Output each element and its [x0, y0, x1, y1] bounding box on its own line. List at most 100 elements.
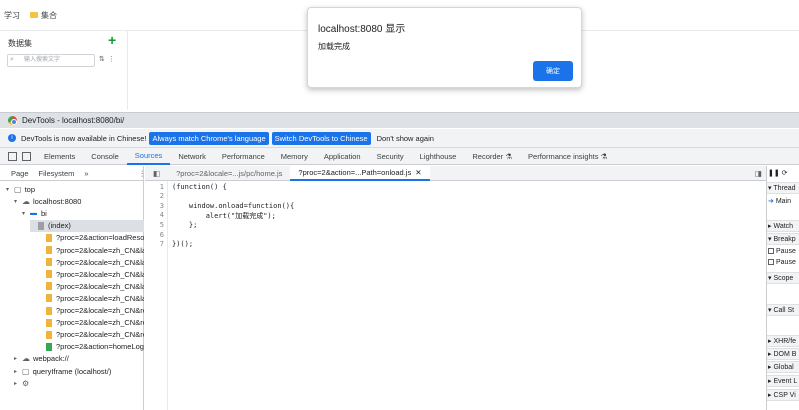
line-number[interactable]: 1 — [160, 183, 164, 191]
tab-recorder[interactable]: Recorder ⚗ — [464, 148, 520, 165]
file-icon — [46, 258, 52, 267]
expand-arrow-icon[interactable]: ▸ — [14, 355, 22, 362]
tree-item[interactable]: (index) — [30, 219, 144, 232]
tab-page[interactable]: Page — [11, 169, 29, 178]
tab-performance-insights[interactable]: Performance insights ⚗ — [520, 148, 615, 165]
tree-item[interactable]: ▸ ▢ queryIframe (localhost/) — [14, 365, 144, 377]
line-number[interactable]: 3 — [160, 202, 164, 210]
tree-item[interactable]: ?proc=2&action=homeLogo — [38, 341, 144, 353]
match-language-button[interactable]: Always match Chrome's language — [149, 131, 269, 145]
toggle-navigator-icon[interactable]: ◧ — [145, 166, 168, 181]
cloud-icon: ☁ — [22, 354, 30, 364]
tree-item[interactable]: ▾ ▢ top — [6, 184, 144, 196]
dataset-title: 数据集 — [8, 39, 32, 48]
editor-tab-onload-js[interactable]: ?proc=2&action=...Path=onload.js ✕ — [290, 165, 430, 181]
line-number[interactable]: 2 — [160, 192, 164, 200]
pause-uncaught-checkbox[interactable]: Pause — [768, 248, 799, 255]
expand-arrow-icon[interactable]: ▸ — [14, 368, 22, 375]
dataset-search-input[interactable]: 输入搜索文字 — [7, 54, 95, 67]
devtools-titlebar: DevTools - localhost:8080/bi/ — [0, 112, 799, 128]
threads-section[interactable]: ▾ Thread — [767, 182, 799, 194]
info-icon: i — [8, 134, 16, 142]
sort-and-more-icons[interactable]: ⇅⋮ — [99, 55, 118, 63]
expand-arrow-icon[interactable]: ▾ — [22, 210, 30, 217]
close-tab-icon[interactable]: ✕ — [415, 168, 421, 177]
tab-filesystem[interactable]: Filesystem — [39, 169, 75, 178]
file-icon — [46, 282, 52, 291]
alert-ok-button[interactable]: 确定 — [533, 61, 573, 81]
tab-network[interactable]: Network — [170, 148, 214, 165]
file-icon — [38, 221, 44, 230]
pause-caught-checkbox[interactable]: Pause — [768, 259, 799, 266]
callstack-section[interactable]: ▾ Call St — [767, 304, 799, 316]
expand-arrow-icon[interactable]: ▾ — [6, 186, 14, 193]
thread-main[interactable]: ➜ Main — [768, 197, 799, 205]
code-line[interactable]: }; — [172, 221, 197, 229]
bookmark-collection[interactable]: 集合 — [30, 10, 57, 21]
switch-chinese-button[interactable]: Switch DevTools to Chinese — [271, 131, 371, 145]
watch-section[interactable]: ▸ Watch — [767, 220, 799, 232]
expand-arrow-icon[interactable]: ▸ — [14, 380, 22, 387]
code-line[interactable]: window.onload=function(){ — [172, 202, 294, 210]
notice-text: DevTools is now available in Chinese! — [21, 133, 147, 143]
line-number[interactable]: 4 — [160, 211, 164, 219]
tree-item-label: ?proc=2&locale=zh_CN&last — [56, 293, 144, 303]
flask-icon: ⚗ — [505, 151, 513, 161]
tab-memory[interactable]: Memory — [273, 148, 316, 165]
event-listeners-section[interactable]: ▸ Event L — [767, 375, 799, 387]
tree-item[interactable]: ▸ ⚙ — [14, 377, 144, 389]
bookmark-study[interactable]: 学习 — [4, 10, 20, 21]
tab-security[interactable]: Security — [369, 148, 412, 165]
csp-violations-section[interactable]: ▸ CSP Vi — [767, 389, 799, 401]
tree-item[interactable]: ▸ ☁ webpack:// — [14, 353, 144, 365]
dom-breakpoints-section[interactable]: ▸ DOM B — [767, 348, 799, 360]
tab-application[interactable]: Application — [316, 148, 369, 165]
tab-console[interactable]: Console — [83, 148, 127, 165]
file-icon — [46, 246, 52, 254]
device-toolbar-icon[interactable] — [22, 151, 31, 161]
flask-icon: ⚗ — [600, 151, 608, 161]
dont-show-again-button[interactable]: Don't show again — [374, 132, 437, 145]
file-icon — [46, 294, 52, 303]
navigator-tabs: Page Filesystem » ⋮ — [0, 166, 146, 181]
tree-item-label: ?proc=2&locale=zh_CN&res — [56, 330, 144, 340]
editor-tabs: ◧ ?proc=2&locale=...js/pc/home.js ?proc=… — [145, 165, 766, 181]
folder-icon — [30, 12, 38, 19]
tree-item[interactable]: ?proc=2&locale=zh_CN&last — [38, 256, 144, 268]
more-tabs-icon[interactable]: » — [84, 169, 88, 178]
tree-item[interactable]: ?proc=2&locale=zh_CN&last — [38, 292, 144, 304]
tree-item[interactable]: ?proc=2&locale=zh_CN&last — [38, 268, 144, 280]
scope-section[interactable]: ▾ Scope — [767, 272, 799, 284]
code-line[interactable]: alert("加载完成"); — [172, 211, 276, 221]
tree-item[interactable]: ?proc=2&locale=zh_CN&res — [38, 317, 144, 329]
tree-item-label: queryIframe (localhost/) — [32, 366, 112, 376]
editor-tab-home-js[interactable]: ?proc=2&locale=...js/pc/home.js — [168, 166, 290, 181]
global-listeners-section[interactable]: ▸ Global — [767, 361, 799, 373]
tree-item-label: bi — [41, 209, 47, 219]
add-dataset-button[interactable]: + — [108, 33, 116, 47]
toggle-debugger-icon[interactable]: ◨ — [755, 169, 766, 178]
tab-sources[interactable]: Sources — [126, 148, 171, 165]
expand-arrow-icon[interactable]: ▾ — [14, 198, 22, 205]
code-line[interactable]: })(); — [172, 240, 193, 248]
tree-item[interactable]: ▾ ☁ localhost:8080 — [14, 196, 144, 208]
tree-item[interactable]: ?proc=2&locale=zh_CN&last — [38, 244, 144, 256]
tree-item[interactable]: ?proc=2&locale=zh_CN&last — [38, 280, 144, 292]
line-number[interactable]: 5 — [160, 221, 164, 229]
line-number[interactable]: 7 — [160, 240, 164, 248]
tree-item[interactable]: ?proc=2&locale=zh_CN&res — [38, 329, 144, 341]
tree-item[interactable]: ▾ ▬ bi — [22, 208, 144, 220]
tree-item[interactable]: ?proc=2&action=loadResour — [38, 232, 144, 244]
tree-item-label: ?proc=2&action=loadResour — [56, 233, 144, 243]
line-number[interactable]: 6 — [160, 231, 164, 239]
tab-elements[interactable]: Elements — [36, 148, 83, 165]
breakpoints-section[interactable]: ▾ Breakp — [767, 233, 799, 245]
xhr-breakpoints-section[interactable]: ▸ XHR/fe — [767, 335, 799, 347]
debugger-controls[interactable]: ❚❚ ⟳ — [768, 169, 799, 177]
tree-item-label: ?proc=2&locale=zh_CN&res — [56, 318, 144, 328]
tab-performance[interactable]: Performance — [214, 148, 273, 165]
inspect-element-icon[interactable] — [8, 151, 17, 161]
code-line[interactable]: (function() { — [172, 183, 227, 191]
tree-item[interactable]: ?proc=2&locale=zh_CN&res — [38, 305, 144, 317]
tab-lighthouse[interactable]: Lighthouse — [412, 148, 465, 165]
